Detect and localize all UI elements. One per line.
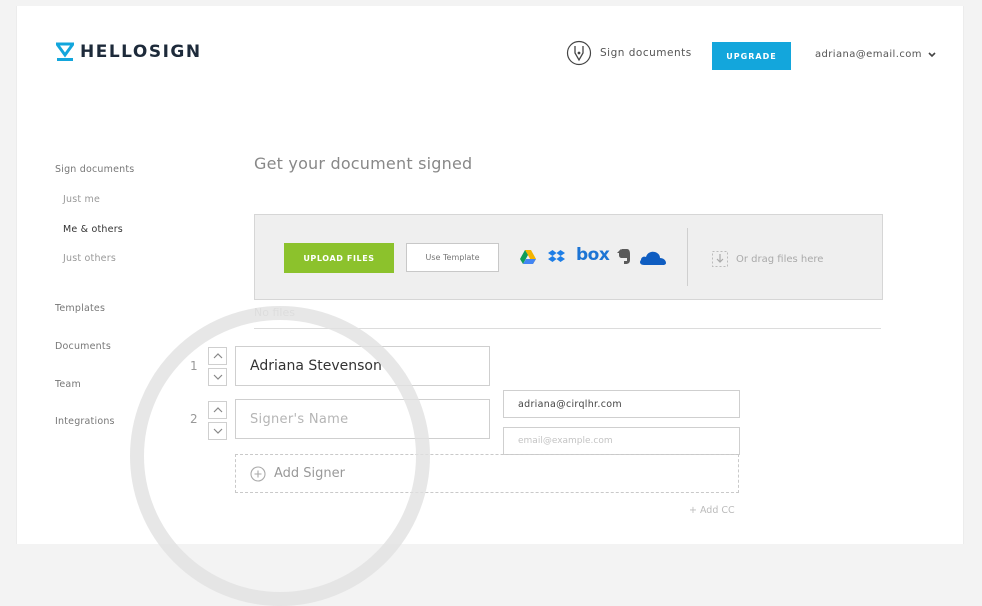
chevron-up-icon	[213, 353, 222, 359]
pen-nib-icon	[566, 40, 592, 66]
sidebar-item-team[interactable]: Team	[55, 379, 81, 390]
drag-files-label: Or drag files here	[736, 253, 824, 265]
user-menu[interactable]: adriana@email.com	[815, 49, 936, 60]
sidebar-item-just-others[interactable]: Just others	[63, 253, 116, 264]
signer-name-field[interactable]: Signer's Name	[235, 399, 490, 439]
user-email: adriana@email.com	[815, 49, 922, 60]
hellosign-logo[interactable]: HELLOSIGN	[56, 42, 202, 62]
sidebar-item-me-and-others[interactable]: Me & others	[63, 224, 123, 235]
dropbox-icon[interactable]	[548, 250, 565, 264]
move-down-button[interactable]	[208, 368, 227, 386]
chevron-down-icon	[213, 374, 222, 380]
sidebar-item-just-me[interactable]: Just me	[63, 194, 100, 205]
page-title: Get your document signed	[254, 154, 473, 173]
box-icon[interactable]: box	[576, 245, 610, 265]
sidebar-item-integrations[interactable]: Integrations	[55, 416, 115, 427]
chevron-down-icon	[928, 51, 936, 57]
signer-number: 1	[190, 359, 198, 373]
faded-files-label: No files	[254, 306, 295, 319]
move-up-button[interactable]	[208, 347, 227, 365]
upload-files-button[interactable]: UPLOAD FILES	[284, 243, 394, 273]
move-up-button[interactable]	[208, 401, 227, 419]
sign-documents-label: Sign documents	[600, 47, 692, 59]
signer-name-field[interactable]: Adriana Stevenson	[235, 346, 490, 386]
chevron-up-icon	[213, 407, 222, 413]
chevron-down-icon	[213, 428, 222, 434]
google-drive-icon[interactable]	[520, 250, 536, 264]
logo-text: HELLOSIGN	[80, 42, 202, 62]
logo-mark-icon	[56, 42, 74, 61]
use-template-button[interactable]: Use Template	[406, 243, 499, 272]
evernote-icon[interactable]	[617, 249, 631, 265]
sign-documents-link[interactable]: Sign documents	[566, 40, 692, 66]
sidebar-item-sign-documents[interactable]: Sign documents	[55, 164, 134, 175]
onedrive-icon[interactable]	[639, 250, 667, 266]
plus-circle-icon	[250, 465, 266, 482]
download-arrow-icon	[712, 251, 728, 267]
sidebar-item-documents[interactable]: Documents	[55, 341, 111, 352]
drag-drop-zone[interactable]: Or drag files here	[712, 251, 823, 267]
panel-divider	[687, 228, 688, 286]
sidebar-item-templates[interactable]: Templates	[55, 303, 105, 314]
signer-email-field[interactable]: adriana@cirqlhr.com	[503, 390, 740, 418]
signer-number: 2	[190, 412, 198, 426]
move-down-button[interactable]	[208, 422, 227, 440]
add-cc-link[interactable]: + Add CC	[689, 505, 735, 516]
add-signer-label: Add Signer	[274, 466, 345, 481]
signer-email-field[interactable]: email@example.com	[503, 427, 740, 455]
upgrade-button[interactable]: UPGRADE	[712, 42, 791, 70]
add-signer-button[interactable]: Add Signer	[235, 454, 739, 493]
section-divider	[254, 328, 881, 329]
